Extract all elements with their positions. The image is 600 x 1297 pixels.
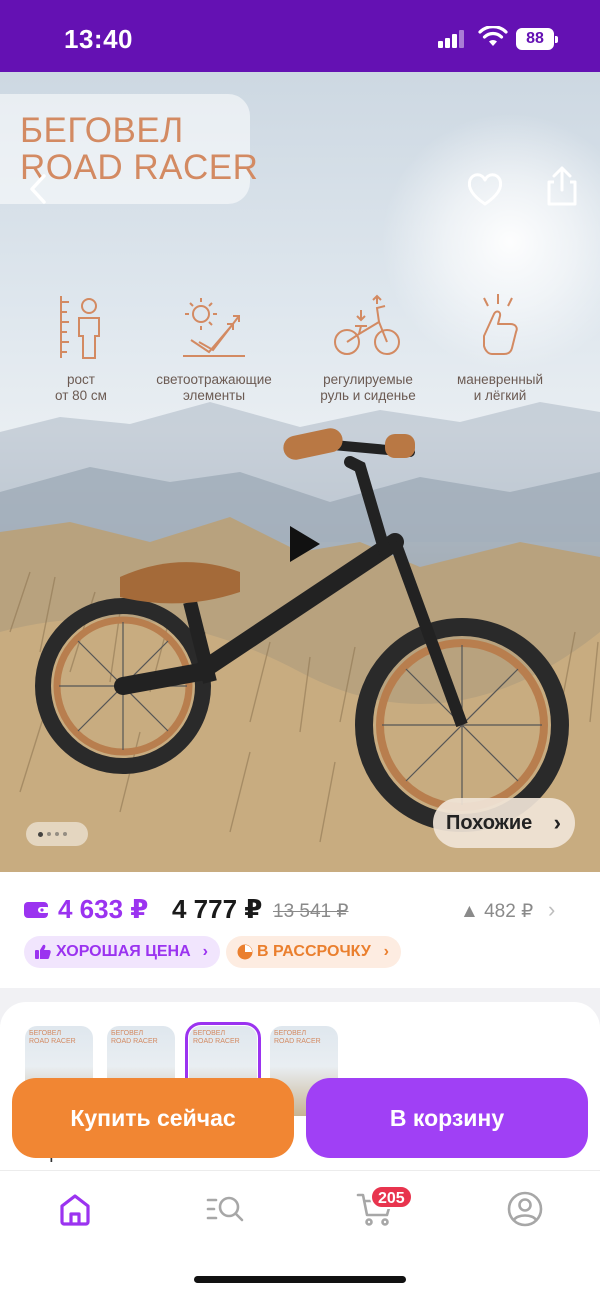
price-row: 4 633 ₽ 4 777 ₽ 13 541 ₽ ▲ 482 ₽ › (0, 880, 600, 940)
height-ruler-icon (60, 296, 100, 359)
add-to-cart-button[interactable]: В корзину (306, 1078, 588, 1158)
product-image-gallery[interactable]: БЕГОВЕЛ ROAD RACER рост от 80 см светоот… (0, 72, 600, 872)
feature-label: маневренный и лёгкий (456, 372, 544, 403)
pie-chart-icon (237, 944, 253, 960)
home-icon[interactable] (55, 1189, 95, 1229)
status-bar: 13:40 88 (0, 0, 600, 72)
regular-price: 4 777 ₽ (172, 894, 263, 924)
reflector-sun-icon (183, 298, 245, 357)
cart-count-badge: 205 (370, 1185, 413, 1209)
wifi-icon (478, 26, 508, 46)
profile-icon[interactable] (505, 1189, 545, 1229)
feature-reflectors: светоотражающие элементы (139, 292, 289, 404)
cellular-signal-icon (438, 30, 466, 48)
battery-icon: 88 (516, 28, 558, 50)
catalog-search-icon[interactable] (205, 1189, 245, 1229)
back-icon[interactable] (22, 172, 56, 206)
feature-adjustable: регулируемые руль и сиденье (293, 292, 443, 404)
image-pagination-dots (26, 822, 88, 846)
installment-badge[interactable]: В РАССРОЧКУ › (226, 936, 401, 968)
home-indicator (194, 1276, 406, 1283)
status-time: 13:40 (64, 24, 133, 54)
hand-pointer-icon (483, 294, 518, 355)
share-icon[interactable] (540, 164, 584, 208)
feature-height: рост от 80 см (6, 292, 156, 404)
chevron-right-icon: › (202, 943, 208, 960)
chevron-right-icon: › (383, 943, 389, 960)
similar-products-button[interactable]: Похожие › (433, 798, 575, 848)
feature-label: рост от 80 см (55, 372, 107, 403)
adjustable-bike-icon (334, 294, 400, 355)
chevron-right-icon: › (553, 810, 561, 835)
feature-light: маневренный и лёгкий (425, 292, 575, 404)
feature-label: светоотражающие элементы (156, 372, 272, 403)
play-video-icon[interactable] (282, 522, 326, 566)
feature-label: регулируемые руль и сиденье (320, 372, 416, 403)
chevron-right-icon[interactable]: › (548, 897, 555, 923)
heart-icon[interactable] (464, 168, 506, 210)
price-history-button[interactable]: ▲ 482 ₽ (460, 900, 533, 923)
thumbs-up-icon (35, 944, 51, 959)
buy-now-button[interactable]: Купить сейчас (12, 1078, 294, 1158)
old-price: 13 541 ₽ (273, 901, 349, 922)
wallet-price: 4 633 ₽ (58, 894, 149, 924)
good-price-badge[interactable]: ХОРОШАЯ ЦЕНА › (24, 936, 220, 968)
wallet-icon (24, 902, 50, 918)
